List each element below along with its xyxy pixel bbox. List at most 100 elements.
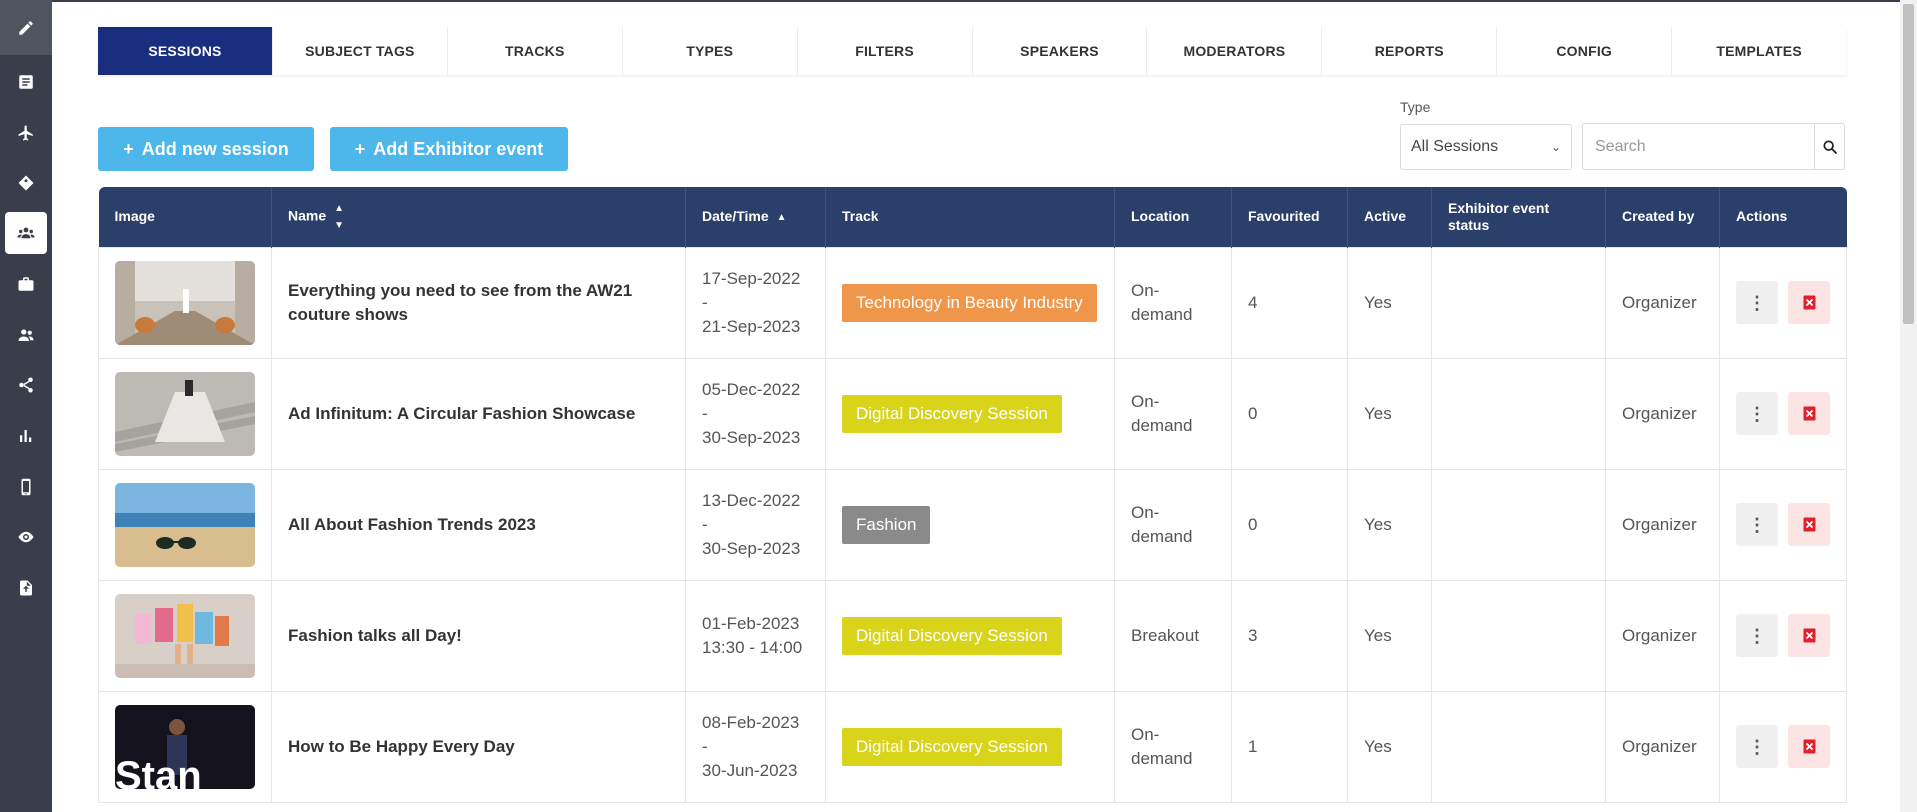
session-name[interactable]: All About Fashion Trends 2023 (288, 515, 536, 534)
file-upload-icon[interactable] (5, 567, 47, 609)
cell-track: Technology in Beauty Industry (825, 246, 1115, 359)
tab-types[interactable]: TYPES (623, 27, 798, 75)
table-row: Fashion talks all Day! 01-Feb-2023 13:30 … (98, 579, 1847, 692)
table-row: Stan How to Be Happy Every Day 08-Feb-20… (98, 690, 1847, 803)
session-thumbnail[interactable] (115, 482, 255, 567)
cell-exhibitor-status (1431, 690, 1606, 803)
location-line2: demand (1131, 415, 1193, 435)
add-new-session-label: Add new session (141, 138, 289, 159)
tab-speakers[interactable]: SPEAKERS (973, 27, 1148, 75)
header-created-by: Created by (1605, 187, 1720, 247)
header-name-label: Name (288, 207, 327, 224)
plane-icon[interactable] (5, 112, 47, 154)
more-actions-button[interactable]: ⋮ (1736, 725, 1778, 768)
tab-subject-tags[interactable]: SUBJECT TAGS (273, 27, 448, 75)
delete-button[interactable] (1788, 503, 1830, 546)
tag-icon[interactable] (5, 162, 47, 204)
pencil-icon[interactable] (0, 0, 52, 55)
top-border (0, 0, 1917, 2)
briefcase-icon[interactable] (5, 263, 47, 305)
cell-active: Yes (1347, 579, 1432, 692)
sort-asc-icon[interactable]: ▲ (777, 209, 787, 226)
cell-actions: ⋮ (1719, 690, 1847, 803)
location-line1: On- (1131, 280, 1160, 300)
track-badge: Digital Discovery Session (842, 394, 1062, 433)
header-name[interactable]: Name ▲ ▼ (271, 187, 686, 247)
more-actions-button[interactable]: ⋮ (1736, 614, 1778, 657)
cell-exhibitor-status (1431, 468, 1606, 581)
location-line1: On- (1131, 391, 1160, 411)
tab-config[interactable]: CONFIG (1497, 27, 1673, 75)
people-icon[interactable] (5, 314, 47, 356)
tab-reports[interactable]: REPORTS (1322, 27, 1498, 75)
session-name[interactable]: Fashion talks all Day! (288, 626, 462, 645)
delete-button[interactable] (1788, 614, 1830, 657)
more-vertical-icon: ⋮ (1748, 625, 1766, 646)
cell-name: All About Fashion Trends 2023 (271, 468, 686, 581)
tab-sessions[interactable]: SESSIONS (98, 27, 273, 75)
eye-icon[interactable] (5, 516, 47, 558)
session-date-end: 30-Jun-2023 (702, 760, 798, 780)
cell-location: On-demand (1114, 468, 1232, 581)
header-active: Active (1347, 187, 1432, 247)
cell-image (98, 579, 272, 692)
track-badge: Digital Discovery Session (842, 727, 1062, 766)
tab-tracks[interactable]: TRACKS (448, 27, 623, 75)
cell-location: On-demand (1114, 357, 1232, 470)
location-line2: demand (1131, 304, 1193, 324)
search-input[interactable] (1583, 124, 1814, 169)
tab-templates[interactable]: TEMPLATES (1672, 27, 1846, 75)
cell-created-by: Organizer (1605, 357, 1720, 470)
delete-button[interactable] (1788, 725, 1830, 768)
search-button[interactable] (1814, 124, 1844, 169)
users-group-icon[interactable] (5, 212, 47, 254)
session-date-end: 30-Sep-2023 (702, 427, 801, 447)
chevron-down-icon: ⌄ (1550, 140, 1561, 154)
cell-active: Yes (1347, 357, 1432, 470)
more-actions-button[interactable]: ⋮ (1736, 503, 1778, 546)
tab-bar: SESSIONS SUBJECT TAGS TRACKS TYPES FILTE… (98, 27, 1846, 75)
cell-name: How to Be Happy Every Day (271, 690, 686, 803)
sort-both-icon[interactable]: ▲ ▼ (334, 200, 344, 234)
tab-moderators[interactable]: MODERATORS (1147, 27, 1323, 75)
cell-track: Digital Discovery Session (825, 579, 1115, 692)
add-exhibitor-event-button[interactable]: + Add Exhibitor event (330, 127, 568, 171)
svg-text:Stan: Stan (115, 754, 202, 789)
session-name[interactable]: Everything you need to see from the AW21… (288, 281, 632, 324)
search-icon (1822, 139, 1837, 154)
header-image: Image (98, 187, 272, 247)
header-favourited: Favourited (1231, 187, 1348, 247)
bar-chart-icon[interactable] (5, 415, 47, 457)
tab-filters[interactable]: FILTERS (798, 27, 973, 75)
cell-favourited: 0 (1231, 468, 1348, 581)
cell-actions: ⋮ (1719, 246, 1847, 359)
plus-icon: + (123, 138, 134, 159)
cell-location: On-demand (1114, 246, 1232, 359)
more-actions-button[interactable]: ⋮ (1736, 392, 1778, 435)
session-thumbnail[interactable] (115, 260, 255, 345)
cell-created-by: Organizer (1605, 468, 1720, 581)
cell-location: On-demand (1114, 690, 1232, 803)
delete-button[interactable] (1788, 392, 1830, 435)
location-line1: On- (1131, 724, 1160, 744)
session-thumbnail[interactable]: Stan (115, 704, 255, 789)
cell-location: Breakout (1114, 579, 1232, 692)
more-actions-button[interactable]: ⋮ (1736, 281, 1778, 324)
header-datetime[interactable]: Date/Time ▲ (685, 187, 826, 247)
delete-button[interactable] (1788, 281, 1830, 324)
share-icon[interactable] (5, 364, 47, 406)
table-row: Everything you need to see from the AW21… (98, 246, 1847, 359)
page-scrollbar[interactable] (1900, 0, 1917, 812)
add-new-session-button[interactable]: + Add new session (98, 127, 314, 171)
header-datetime-label: Date/Time (702, 207, 769, 224)
session-thumbnail[interactable] (115, 371, 255, 456)
cell-favourited: 4 (1231, 246, 1348, 359)
mobile-icon[interactable] (5, 466, 47, 508)
scrollbar-thumb[interactable] (1903, 4, 1914, 324)
document-icon[interactable] (5, 61, 47, 103)
session-name[interactable]: How to Be Happy Every Day (288, 737, 515, 756)
session-thumbnail[interactable] (115, 593, 255, 678)
location-line1: Breakout (1131, 625, 1200, 645)
session-name[interactable]: Ad Infinitum: A Circular Fashion Showcas… (288, 404, 635, 423)
type-filter-select[interactable]: All Sessions ⌄ (1400, 124, 1572, 170)
